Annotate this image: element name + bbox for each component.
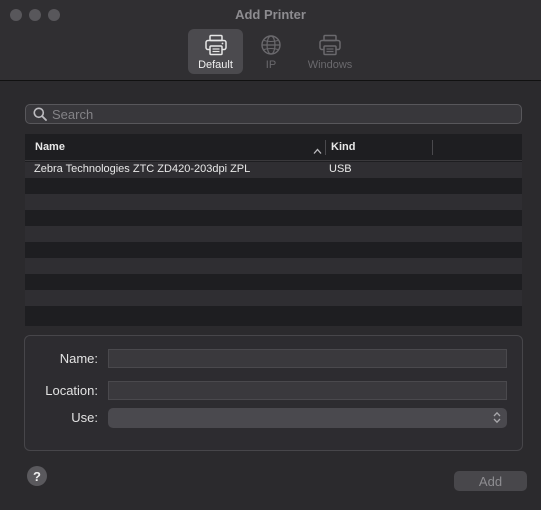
empty-row: [25, 274, 522, 290]
add-printer-window: Add Printer Default IP Windows Search Na…: [0, 0, 541, 510]
tab-windows[interactable]: Windows: [302, 29, 358, 74]
column-divider[interactable]: [432, 140, 433, 155]
tab-ip-label: IP: [265, 59, 277, 71]
printer-table: Name Kind Zebra Technologies ZTC ZD420-2…: [25, 134, 522, 326]
windows-printer-icon: [318, 32, 342, 58]
location-field[interactable]: [108, 381, 507, 400]
printer-icon: [204, 32, 228, 58]
tab-default-label: Default: [198, 59, 233, 71]
tab-ip[interactable]: IP: [252, 29, 290, 74]
help-button[interactable]: ?: [27, 466, 47, 486]
column-header-kind[interactable]: Kind: [331, 141, 355, 153]
empty-row: [25, 258, 522, 274]
tab-default[interactable]: Default: [188, 29, 243, 74]
search-icon: [33, 107, 47, 126]
chevron-up-down-icon: [493, 411, 501, 429]
printer-details-panel: Name: Location: Use:: [24, 335, 523, 451]
cell-kind: USB: [329, 163, 352, 175]
search-field[interactable]: [25, 104, 522, 124]
tab-windows-label: Windows: [307, 59, 353, 71]
cell-name: Zebra Technologies ZTC ZD420-203dpi ZPL: [34, 163, 251, 175]
name-label: Name:: [59, 351, 98, 366]
table-row[interactable]: Zebra Technologies ZTC ZD420-203dpi ZPL …: [25, 162, 522, 178]
empty-row: [25, 306, 522, 322]
toolbar: Add Printer Default IP Windows: [0, 0, 541, 81]
use-label: Use:: [71, 410, 98, 425]
location-label: Location:: [45, 383, 98, 398]
globe-icon: [260, 32, 282, 58]
column-header-name[interactable]: Name: [35, 141, 65, 153]
empty-row: [25, 178, 522, 194]
table-body: Zebra Technologies ZTC ZD420-203dpi ZPL …: [25, 162, 522, 322]
empty-row: [25, 242, 522, 258]
empty-row: [25, 194, 522, 210]
use-popup-button[interactable]: [108, 408, 507, 428]
empty-row: [25, 226, 522, 242]
search-input[interactable]: [52, 106, 512, 122]
empty-row: [25, 290, 522, 306]
name-field[interactable]: [108, 349, 507, 368]
table-header: Name Kind: [25, 134, 522, 161]
sort-ascending-icon: [313, 142, 322, 160]
window-title: Add Printer: [235, 7, 306, 22]
column-divider[interactable]: [325, 140, 326, 155]
empty-row: [25, 210, 522, 226]
add-button[interactable]: Add: [454, 471, 527, 491]
